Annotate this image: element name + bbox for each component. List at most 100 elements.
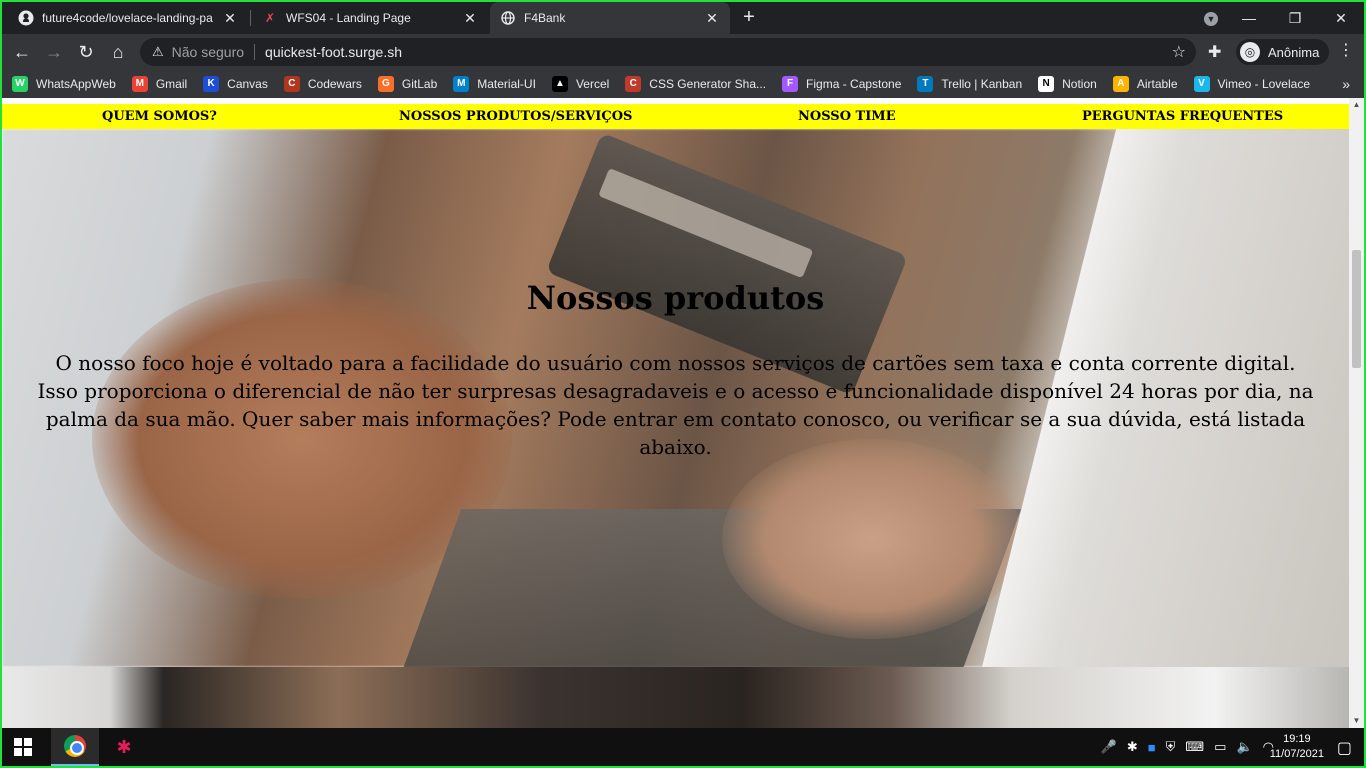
system-tray: 🎤 ✱ ■ ⛨ ⌨ ▭ 🔈 ◠ bbox=[1091, 728, 1274, 766]
menu-dots-icon[interactable]: ⋮ bbox=[1338, 40, 1354, 60]
new-tab-button[interactable]: + bbox=[738, 7, 760, 29]
omnibox-divider bbox=[254, 44, 256, 60]
address-bar[interactable]: ⚠ Não seguro quickest-foot.surge.sh ☆ bbox=[140, 38, 1196, 66]
volume-icon[interactable]: 🔈 bbox=[1236, 739, 1252, 755]
tab-strip: future4code/lovelace-landing-pa ✕ ✗ WFS0… bbox=[2, 2, 1364, 34]
back-button[interactable]: ← bbox=[10, 40, 34, 64]
close-window-button[interactable]: ✕ bbox=[1318, 10, 1364, 27]
incognito-icon: ◎ bbox=[1240, 42, 1260, 62]
bookmark-gitlab[interactable]: G GitLab bbox=[377, 76, 438, 92]
bookmark-whatsappweb[interactable]: W WhatsAppWeb bbox=[12, 76, 116, 92]
tab-github[interactable]: future4code/lovelace-landing-pa ✕ bbox=[8, 2, 248, 34]
tab-title: WFS04 - Landing Page bbox=[286, 11, 411, 25]
reload-button[interactable]: ↻ bbox=[74, 40, 98, 64]
nav-link-nosso-time[interactable]: NOSSO TIME bbox=[798, 109, 896, 124]
bookmark-label: Material-UI bbox=[477, 77, 536, 91]
tab-wfs04[interactable]: ✗ WFS04 - Landing Page ✕ bbox=[252, 2, 488, 34]
security-label[interactable]: Não seguro bbox=[172, 44, 244, 60]
globe-icon bbox=[500, 10, 516, 26]
bookmark-favicon-icon: M bbox=[131, 76, 148, 92]
github-icon bbox=[18, 10, 34, 26]
security-shield-icon[interactable]: ⛨ bbox=[1166, 739, 1176, 755]
incognito-profile-button[interactable]: ◎ Anônima bbox=[1236, 39, 1330, 65]
nav-link-perguntas-frequentes[interactable]: PERGUNTAS FREQUENTES bbox=[1082, 109, 1283, 124]
bookmark-codewars[interactable]: C Codewars bbox=[283, 76, 362, 92]
bookmark-css-generator-sha[interactable]: C CSS Generator Sha... bbox=[625, 76, 766, 92]
bookmark-star-icon[interactable]: ☆ bbox=[1172, 42, 1186, 62]
bookmark-favicon-icon: ▲ bbox=[551, 76, 568, 92]
tab-close-icon[interactable]: ✕ bbox=[704, 10, 720, 26]
battery-icon[interactable]: ▭ bbox=[1214, 739, 1226, 755]
bookmark-airtable[interactable]: A Airtable bbox=[1112, 76, 1178, 92]
tab-search-button[interactable]: ▼ bbox=[1196, 9, 1226, 27]
notification-center-icon[interactable]: ▢ bbox=[1337, 738, 1352, 758]
bookmark-label: GitLab bbox=[401, 77, 438, 91]
hero-description-line-1: O nosso foco hoje é voltado para a facil… bbox=[55, 351, 1296, 375]
tab-separator bbox=[250, 10, 251, 26]
scroll-down-arrow-icon[interactable]: ▼ bbox=[1352, 716, 1361, 726]
bookmark-favicon-icon: V bbox=[1193, 76, 1210, 92]
bookmark-gmail[interactable]: M Gmail bbox=[131, 76, 187, 92]
hero-description: O nosso foco hoje é voltado para a facil… bbox=[8, 349, 1343, 461]
bookmark-label: WhatsAppWeb bbox=[36, 77, 116, 91]
tab-title: future4code/lovelace-landing-pa bbox=[42, 11, 213, 25]
site-navbar: QUEM SOMOS? NOSSOS PRODUTOS/SERVIÇOS NOS… bbox=[2, 104, 1349, 129]
bookmark-favicon-icon: T bbox=[917, 76, 934, 92]
bookmark-favicon-icon: C bbox=[625, 76, 642, 92]
url-text[interactable]: quickest-foot.surge.sh bbox=[265, 44, 402, 60]
forward-button[interactable]: → bbox=[42, 40, 66, 64]
bookmark-label: Airtable bbox=[1136, 77, 1178, 91]
scrollbar-thumb[interactable] bbox=[1352, 250, 1361, 368]
bookmark-label: Trello | Kanban bbox=[941, 77, 1023, 91]
bookmarks-bar: W WhatsAppWeb M Gmail K Canvas C Codewars G GitLa… bbox=[2, 70, 1364, 98]
hero-title: Nossos produtos bbox=[526, 279, 825, 317]
taskbar-chrome[interactable] bbox=[51, 728, 99, 766]
bookmark-vercel[interactable]: ▲ Vercel bbox=[551, 76, 610, 92]
windows-taskbar: ✱ 🎤 ✱ ■ ⛨ ⌨ ▭ 🔈 ◠ 19:19 11/07/2021 ▢ bbox=[2, 728, 1364, 766]
tab-title: F4Bank bbox=[524, 11, 566, 25]
warning-icon[interactable]: ⚠ bbox=[152, 44, 164, 60]
scroll-up-arrow-icon[interactable]: ▲ bbox=[1352, 100, 1361, 110]
bookmark-label: Vimeo - Lovelace bbox=[1217, 77, 1311, 91]
bookmark-label: Notion bbox=[1062, 77, 1097, 91]
nav-link-quem-somos[interactable]: QUEM SOMOS? bbox=[102, 109, 217, 124]
bookmark-canvas[interactable]: K Canvas bbox=[203, 76, 268, 92]
bookmark-label: Canvas bbox=[227, 77, 268, 91]
restore-button[interactable]: ❐ bbox=[1272, 10, 1318, 27]
taskbar-slack[interactable]: ✱ bbox=[100, 728, 148, 766]
tab-close-icon[interactable]: ✕ bbox=[462, 10, 478, 26]
bookmark-material-ui[interactable]: M Material-UI bbox=[453, 76, 536, 92]
bookmark-notion[interactable]: N Notion bbox=[1038, 76, 1097, 92]
bookmark-vimeo-lovelace[interactable]: V Vimeo - Lovelace bbox=[1193, 76, 1311, 92]
minimize-button[interactable]: — bbox=[1226, 10, 1272, 26]
slack-icon: ✱ bbox=[116, 737, 132, 757]
bookmarks-overflow-icon[interactable]: » bbox=[1342, 76, 1350, 92]
microphone-icon[interactable]: 🎤 bbox=[1101, 739, 1117, 755]
hero-image-hand-typing bbox=[722, 439, 1022, 639]
chrome-icon bbox=[64, 735, 86, 757]
wfs-icon: ✗ bbox=[264, 11, 276, 25]
window-controls: ▼ — ❐ ✕ bbox=[1196, 2, 1364, 34]
home-button[interactable]: ⌂ bbox=[106, 40, 130, 64]
bookmark-label: Codewars bbox=[307, 77, 362, 91]
page-scrollbar[interactable]: ▲ ▼ bbox=[1349, 98, 1364, 728]
bookmark-favicon-icon: W bbox=[12, 76, 28, 92]
touch-keyboard-icon[interactable]: ⌨ bbox=[1185, 739, 1204, 755]
nav-link-produtos-servicos[interactable]: NOSSOS PRODUTOS/SERVIÇOS bbox=[399, 109, 632, 124]
slack-tray-icon[interactable]: ✱ bbox=[1127, 739, 1138, 755]
extensions-puzzle-icon[interactable]: ✚ bbox=[1208, 42, 1221, 62]
bookmark-favicon-icon: K bbox=[203, 76, 220, 92]
bookmark-label: CSS Generator Sha... bbox=[649, 77, 767, 91]
tab-close-icon[interactable]: ✕ bbox=[222, 10, 238, 26]
page-viewport: QUEM SOMOS? NOSSOS PRODUTOS/SERVIÇOS NOS… bbox=[2, 98, 1364, 728]
zoom-icon[interactable]: ■ bbox=[1148, 740, 1156, 755]
chevron-down-icon: ▼ bbox=[1204, 12, 1218, 26]
bookmark-label: Figma - Capstone bbox=[806, 77, 902, 91]
browser-toolbar: ← → ↻ ⌂ ⚠ Não seguro quickest-foot.surge… bbox=[2, 34, 1364, 70]
bookmark-figma-capstone[interactable]: F Figma - Capstone bbox=[782, 76, 901, 92]
bookmark-trello-kanban[interactable]: T Trello | Kanban bbox=[917, 76, 1022, 92]
tab-f4bank[interactable]: F4Bank ✕ bbox=[490, 2, 730, 34]
taskbar-clock[interactable]: 19:19 11/07/2021 bbox=[1270, 732, 1324, 762]
bookmark-label: Vercel bbox=[575, 77, 610, 91]
windows-start-icon[interactable] bbox=[14, 738, 32, 756]
